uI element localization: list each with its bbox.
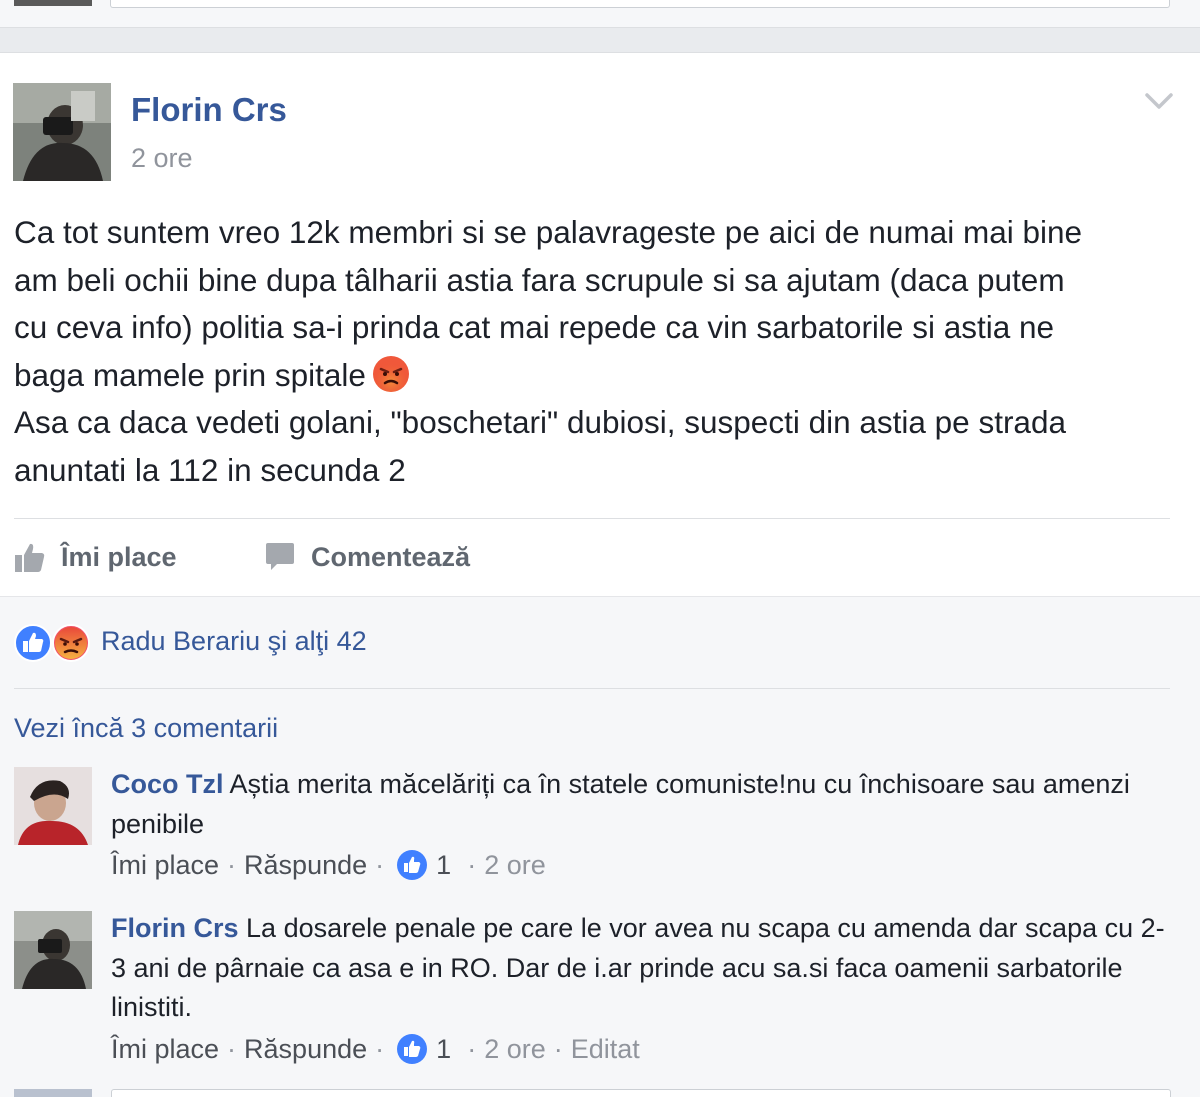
like-reaction-icon[interactable] [396,1033,428,1065]
reactions-summary[interactable]: Radu Berariu şi alţi 42 [13,619,367,663]
separator-dot: · [375,849,385,880]
view-more-comments-link[interactable]: Vezi încă 3 comentarii [14,713,278,744]
comment-like-count[interactable]: 1 [436,850,451,881]
previous-avatar [14,0,92,6]
like-button-label: Îmi place [61,541,177,572]
separator-dot: · [375,1033,385,1064]
comment-reply-link[interactable]: Răspunde [244,1034,367,1065]
comment-button[interactable]: Comentează [263,537,1200,577]
next-avatar [14,1089,92,1097]
post-text-line: baga mamele prin spitale [14,356,366,393]
comment-like-count[interactable]: 1 [436,1034,451,1065]
like-button[interactable]: Îmi place [13,537,177,577]
separator-dot: · [227,1033,237,1064]
comment-like-link[interactable]: Îmi place [111,850,219,881]
separator-dot: · [553,1033,563,1064]
post-text-line: Ca tot suntem vreo 12k membri si se pala… [14,214,1083,250]
comment-meta: Îmi place · Răspunde · 1 · 2 ore · Edita… [111,1033,640,1065]
reactions-summary-text: Radu Berariu şi alţi 42 [101,625,367,656]
comment-avatar[interactable] [14,767,92,845]
like-reaction-icon [14,624,52,662]
like-reaction-icon[interactable] [396,849,428,881]
comment-reply-link[interactable]: Răspunde [244,850,367,881]
separator-dot: · [467,1033,477,1064]
post-text-line: am beli ochii bine dupa tâlharii astia f… [14,261,1065,298]
previous-comment-input[interactable] [110,0,1170,8]
comment-text-block: Florin Crs La dosarele penale pe care le… [111,909,1171,1028]
next-comment-remnant [0,1089,1200,1097]
comments-divider [14,688,1170,689]
comment-timestamp[interactable]: 2 ore [484,850,546,881]
comment-button-label: Comentează [311,541,471,572]
comment-input[interactable] [111,1089,1171,1097]
reaction-icons [13,621,93,662]
comment-edited-label[interactable]: Editat [571,1034,640,1065]
comment-avatar[interactable] [14,911,92,989]
speech-bubble-icon [263,540,297,574]
comment-body: Aștia merita măcelăriți ca în statele co… [111,769,1130,839]
angry-face-emoji [372,355,410,393]
post-text: Ca tot suntem vreo 12k membri si se pala… [14,209,1189,494]
comments-section: Radu Berariu şi alţi 42 Vezi încă 3 come… [0,596,1200,1097]
comment-meta: Îmi place · Răspunde · 1 · 2 ore [111,849,546,881]
post-text-line: anuntati la 112 in secunda 2 [14,451,406,488]
separator-dot: · [227,849,237,880]
comment-text-block: Coco Tzl Aștia merita măcelăriți ca în s… [111,765,1171,844]
thumbs-up-icon [13,540,47,574]
previous-post-remnant [0,0,1200,28]
separator-dot: · [467,849,477,880]
comment-like-link[interactable]: Îmi place [111,1034,219,1065]
comment-body: La dosarele penale pe care le vor avea n… [111,913,1165,1022]
post-card: Florin Crs 2 ore Ca tot suntem vreo 12k … [0,52,1200,596]
post-author[interactable]: Florin Crs [131,91,287,129]
comment-timestamp[interactable]: 2 ore [484,1034,546,1065]
post-text-line: cu ceva info) politia sa-i prinda cat ma… [14,309,1055,345]
post-text-line-with-emoji: baga mamele prin spitale [14,352,1189,400]
actions-divider [14,518,1170,519]
comment-author[interactable]: Coco Tzl [111,769,224,799]
angry-reaction-icon [52,624,90,662]
author-avatar[interactable] [13,83,111,181]
post-timestamp[interactable]: 2 ore [131,143,193,174]
post-text-line: Asa ca daca vedeti golani, "boschetari" … [14,404,1066,440]
chevron-down-icon[interactable] [1144,89,1174,113]
comment-author[interactable]: Florin Crs [111,913,239,943]
